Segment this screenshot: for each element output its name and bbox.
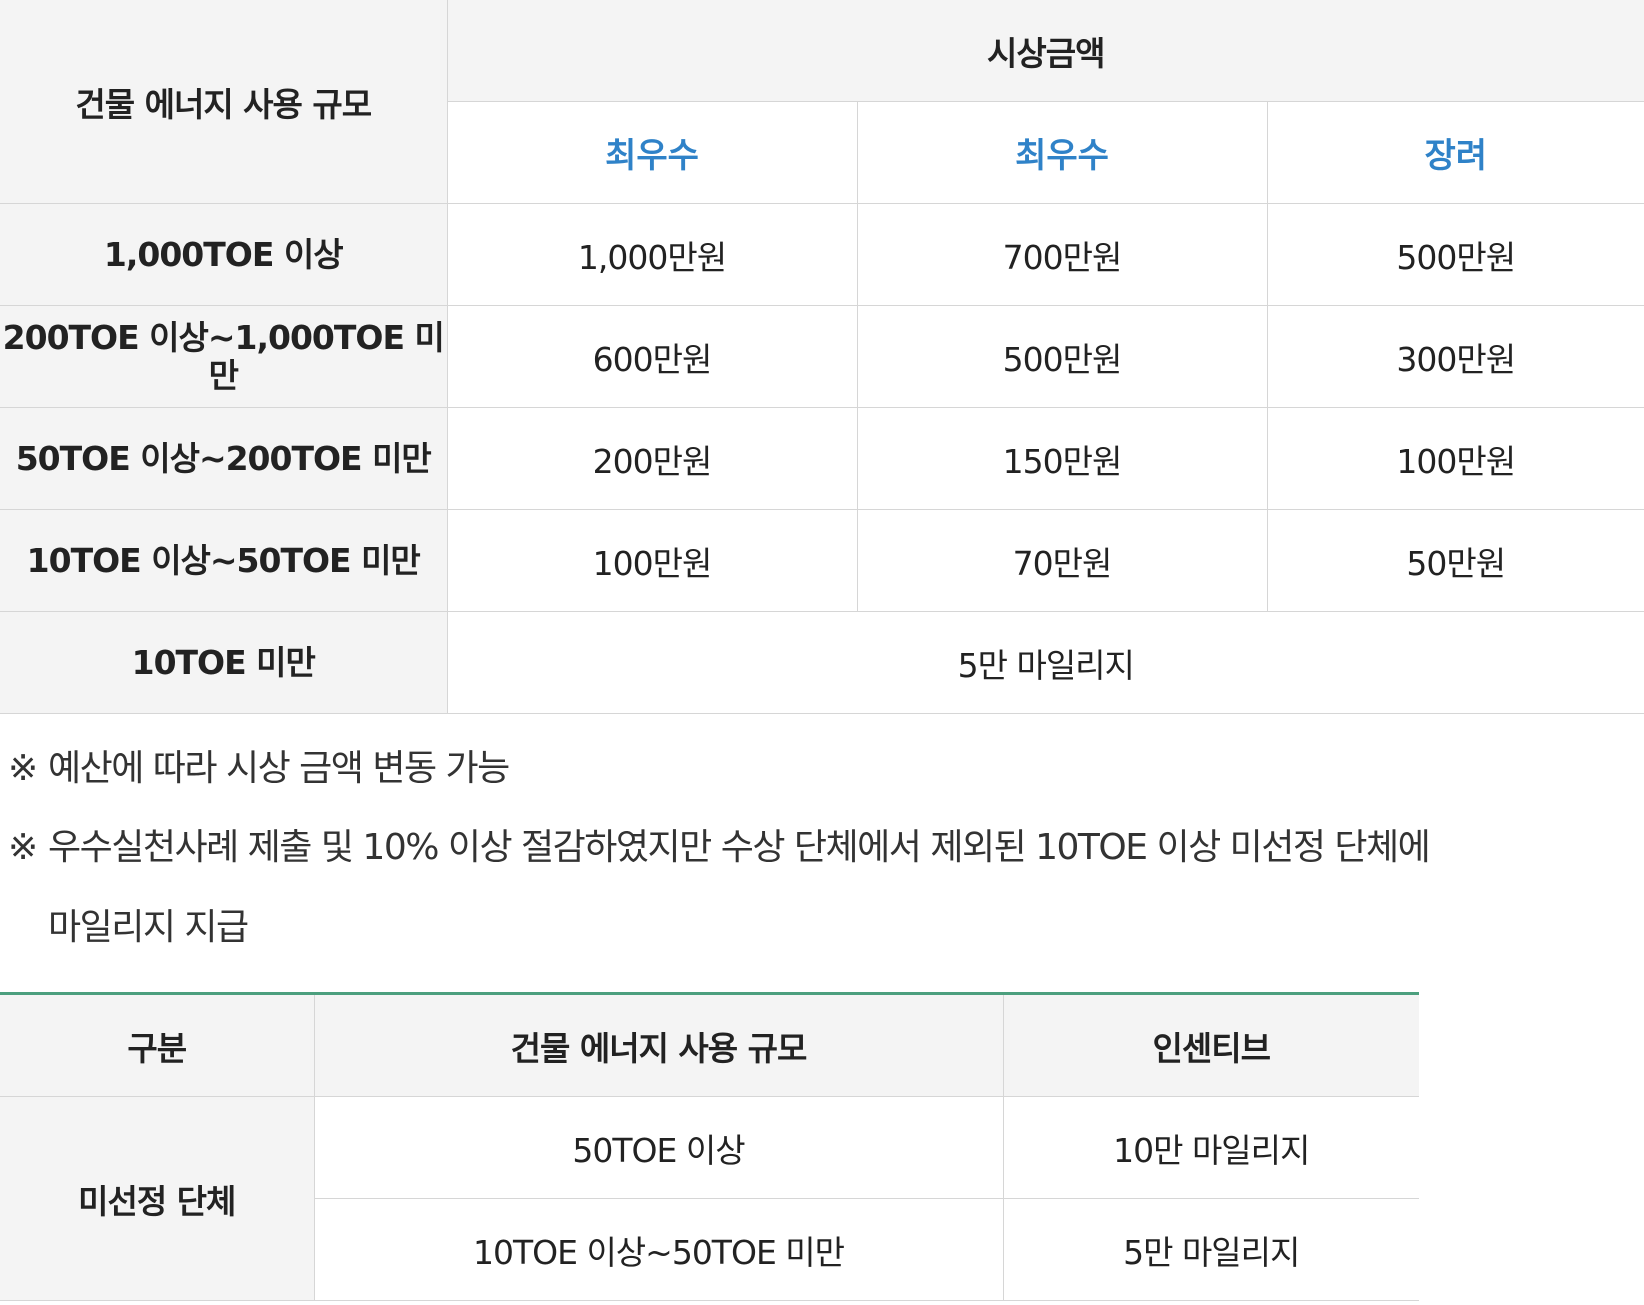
header-row: 건물 에너지 사용 규모 시상금액 (0, 0, 1644, 204)
reference-mark: ※ (8, 827, 38, 868)
table-row: 미선정 단체 50TOE 이상 10만 마일리지 (0, 1096, 1419, 1301)
mileage-cell: 5만 마일리지 (446, 611, 1644, 714)
amount-cell: 200만원 (446, 407, 858, 510)
incentive-table: 구분 건물 에너지 사용 규모 인센티브 미선정 단체 50TOE 이상 10만… (0, 992, 1419, 1301)
header-incentive: 인센티브 (1002, 993, 1419, 1097)
amount-cell: 500만원 (1266, 203, 1644, 306)
note-text: 예산에 따라 시상 금액 변동 가능 (48, 748, 510, 789)
header-amount: 시상금액 (446, 0, 1644, 102)
amount-cell: 70만원 (856, 509, 1268, 612)
row-scale: 10TOE 이상~50TOE 미만 (0, 509, 448, 612)
note-text: 우수실천사례 제출 및 10% 이상 절감하였지만 수상 단체에서 제외된 10… (48, 827, 1431, 868)
prize-table: 건물 에너지 사용 규모 시상금액 최우수 최우수 장려 1,000TOE 이상… (0, 0, 1644, 714)
amount-cell: 1,000만원 (446, 203, 858, 306)
row-scale: 1,000TOE 이상 (0, 203, 448, 306)
scale-cell: 50TOE 이상 (313, 1096, 1004, 1199)
note-budget: ※ 예산에 따라 시상 금액 변동 가능 (8, 729, 510, 809)
amount-cell: 100만원 (446, 509, 858, 612)
header-category: 구분 (0, 993, 315, 1097)
scale-cell: 10TOE 이상~50TOE 미만 (314, 1198, 1004, 1301)
amount-cell: 600만원 (446, 305, 858, 408)
header-row: 구분 건물 에너지 사용 규모 인센티브 (0, 993, 1419, 1097)
grade-header: 최우수 (447, 101, 858, 204)
amount-cell: 700만원 (856, 203, 1268, 306)
incentive-cell: 10만 마일리지 (1002, 1096, 1419, 1199)
incentive-cell: 5만 마일리지 (1002, 1198, 1419, 1301)
table-row-last: 10TOE 미만 5만 마일리지 (0, 611, 1644, 714)
amount-cell: 100만원 (1266, 407, 1644, 510)
reference-mark: ※ (8, 748, 38, 789)
grade-header: 최우수 (856, 101, 1268, 204)
table-row: 200TOE 이상~1,000TOE 미만 600만원 500만원 300만원 (0, 305, 1644, 408)
amount-cell: 500만원 (856, 305, 1268, 408)
row-scale: 50TOE 이상~200TOE 미만 (0, 407, 448, 510)
grade-header: 장려 (1266, 101, 1644, 204)
category-cell: 미선정 단체 (0, 1096, 315, 1301)
table-row: 10TOE 이상~50TOE 미만 100만원 70만원 50만원 (0, 509, 1644, 612)
header-scale: 건물 에너지 사용 규모 (0, 0, 448, 204)
header-scale: 건물 에너지 사용 규모 (313, 993, 1004, 1097)
table-row: 50TOE 이상~200TOE 미만 200만원 150만원 100만원 (0, 407, 1644, 510)
note-mileage: ※ 우수실천사례 제출 및 10% 이상 절감하였지만 수상 단체에서 제외된 1… (8, 808, 1431, 968)
row-scale: 10TOE 미만 (0, 611, 448, 714)
note-text-continued: 마일리지 지급 (48, 907, 249, 948)
amount-cell: 300만원 (1266, 305, 1644, 408)
amount-cell: 150만원 (856, 407, 1268, 510)
row-scale: 200TOE 이상~1,000TOE 미만 (0, 305, 448, 408)
amount-cell: 50만원 (1266, 509, 1644, 612)
table-row: 1,000TOE 이상 1,000만원 700만원 500만원 (0, 203, 1644, 306)
